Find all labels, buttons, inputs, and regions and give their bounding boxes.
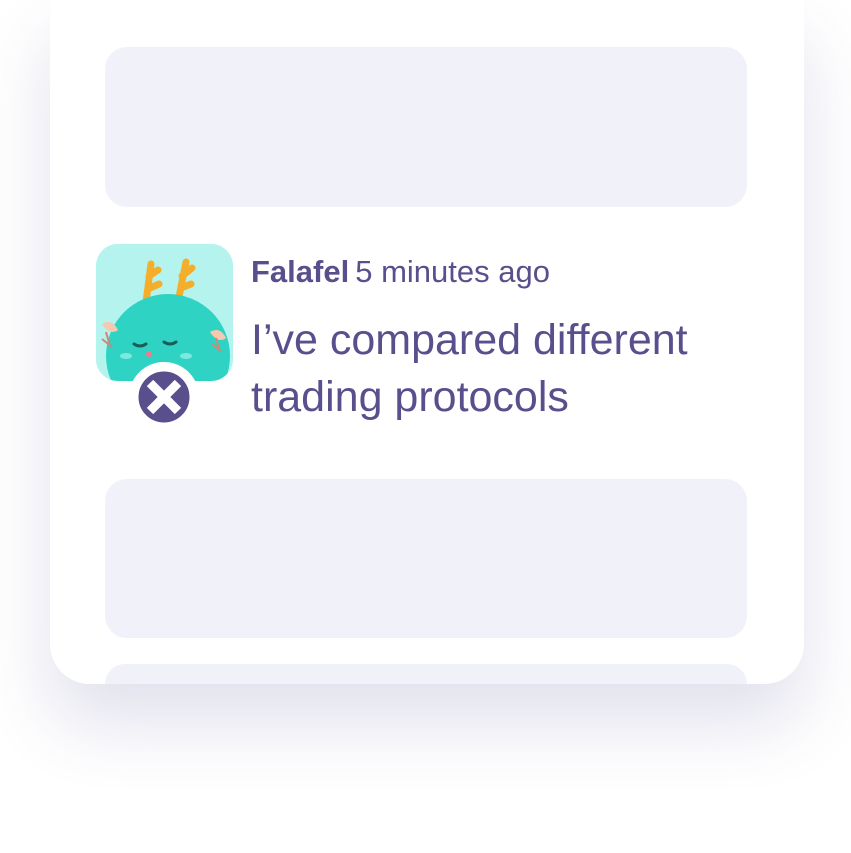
message-placeholder-bottom xyxy=(105,664,747,684)
message-placeholder-top xyxy=(105,47,747,207)
0x-protocol-logo-icon xyxy=(129,362,199,432)
chat-message[interactable]: Falafel 5 minutes ago I’ve compared diffe… xyxy=(96,244,796,434)
message-meta: Falafel 5 minutes ago xyxy=(251,254,550,290)
dragon-avatar-icon[interactable] xyxy=(96,244,233,381)
author-name[interactable]: Falafel xyxy=(251,254,349,289)
message-placeholder-middle xyxy=(105,479,747,638)
chat-preview: Falafel 5 minutes ago I’ve compared diffe… xyxy=(0,0,851,853)
message-timestamp: 5 minutes ago xyxy=(355,254,550,289)
message-text: I’ve compared different trading protocol… xyxy=(251,316,688,421)
